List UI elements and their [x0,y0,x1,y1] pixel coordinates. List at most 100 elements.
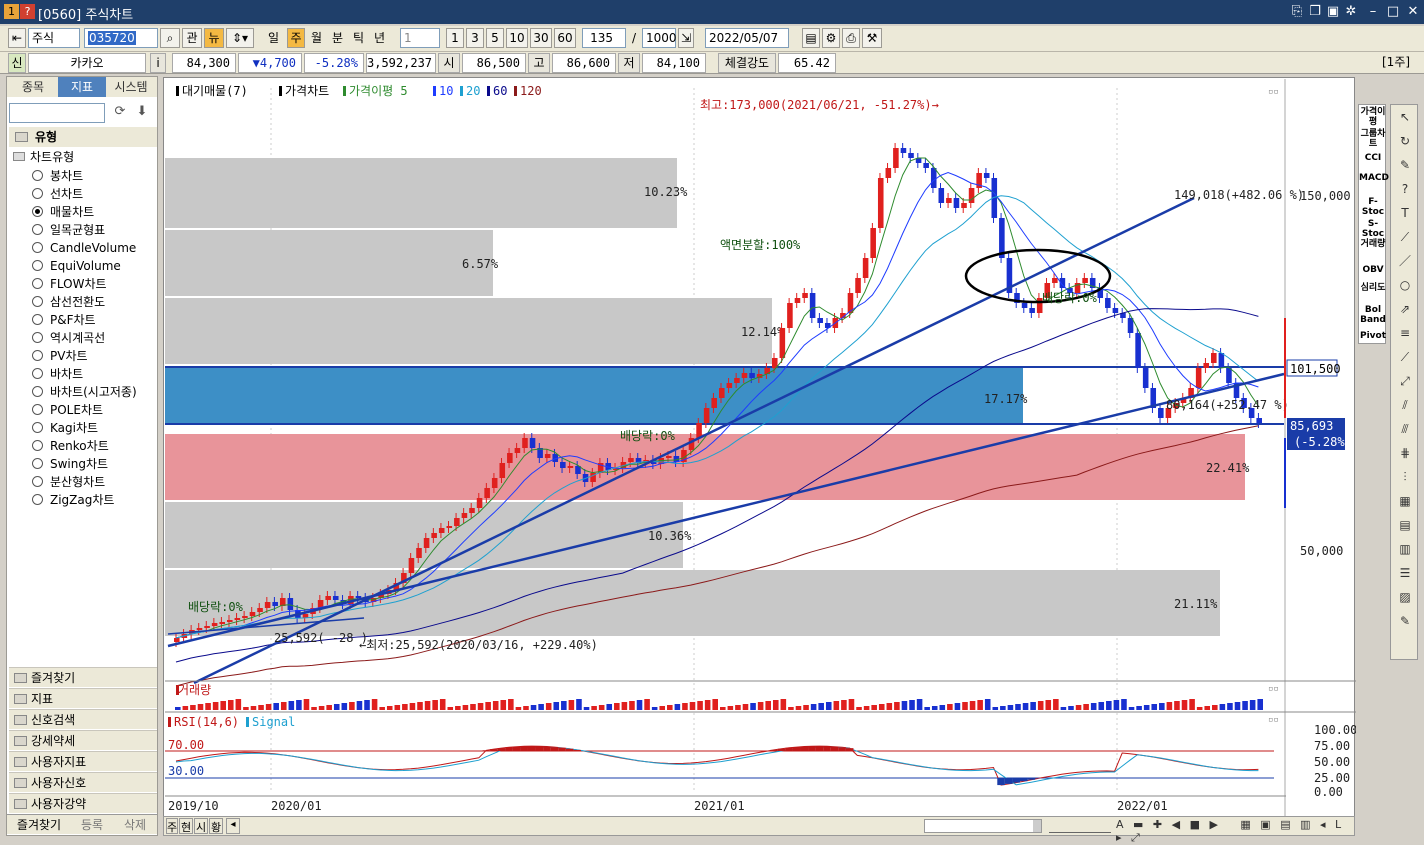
accordion-strength[interactable]: 강세약세 [9,730,157,750]
chart-type-label[interactable]: FLOW차트 [50,277,107,291]
chart-type-radio[interactable] [32,170,43,181]
chart-type-label[interactable]: 분산형차트 [50,475,105,489]
chart-type-radio[interactable] [32,368,43,379]
period-year[interactable]: 년 [374,28,385,48]
indicator-search-input[interactable] [9,103,105,123]
arrow-icon[interactable]: ⇗ [1397,301,1413,317]
indicator-shortcut[interactable]: F-Stoc [1359,197,1387,217]
chart-type-radio[interactable] [32,278,43,289]
indicator-shortcut[interactable]: 거래량 [1359,239,1387,249]
chart-type-radio[interactable] [32,224,43,235]
copy-icon[interactable]: ❐ [1306,3,1324,21]
preset-5[interactable]: 5 [486,28,504,48]
chart-type-label[interactable]: 매물차트 [50,205,94,219]
chart-area[interactable]: 10.23%6.57%12.14%17.17%22.41%10.36%21.11… [163,77,1355,817]
indicator-shortcut[interactable]: CCI [1359,153,1387,163]
bottom-tab-favorites[interactable]: 즐겨찾기 [9,815,69,835]
period-week[interactable]: 주 [287,28,305,48]
chart-type-radio[interactable] [32,350,43,361]
accordion-user-indicator[interactable]: 사용자지표 [9,751,157,771]
chart-type-radio[interactable] [32,296,43,307]
display-count-input[interactable]: 135 [582,28,626,48]
tab-indicator[interactable]: 지표 [58,77,106,97]
zoom-slider[interactable] [1049,819,1111,833]
fib-icon[interactable]: ⤢ [1397,373,1413,389]
tools-icon[interactable]: ⚒ [862,28,882,48]
chart-type-label[interactable]: ZigZag차트 [50,493,114,507]
hline-icon[interactable]: ≡ [1397,325,1413,341]
indicator-shortcut[interactable]: 가격이평 [1359,107,1387,127]
stock-code-input[interactable]: 035720 [84,28,158,48]
preset-3[interactable]: 3 [466,28,484,48]
close-button[interactable]: ✕ [1404,3,1422,21]
bottom-btn-ju[interactable]: 주 [166,818,178,834]
period-tick[interactable]: 틱 [353,28,364,48]
print-icon[interactable]: ⎙ [842,28,860,48]
indicator-shortcut[interactable]: MACD [1359,173,1387,183]
refresh-icon[interactable]: ⟳ [111,104,129,122]
chart-type-label[interactable]: CandleVolume [50,241,136,255]
chart-type-label[interactable]: 바차트 [50,367,83,381]
section-type[interactable]: 유형 [9,127,157,147]
preset-1[interactable]: 1 [446,28,464,48]
chart-type-label[interactable]: POLE차트 [50,403,103,417]
gann-icon[interactable]: ⫻ [1397,421,1413,437]
accordion-user-strength[interactable]: 사용자강약 [9,793,157,813]
new-button[interactable]: 뉴 [204,28,224,48]
chart-type-radio[interactable] [32,260,43,271]
chart-type-label[interactable]: EquiVolume [50,259,121,273]
scroll-left-icon[interactable]: ◂ [226,818,240,834]
auto-icon[interactable]: ▦ [1397,493,1413,509]
chart-type-label[interactable]: PV차트 [50,349,88,363]
prev-stock-button[interactable]: ⇤ [8,28,26,48]
market-select[interactable]: 주식 [28,28,80,48]
link-icon[interactable]: ⎘ [1288,3,1306,21]
chart-type-label[interactable]: Kagi차트 [50,421,98,435]
preset-60[interactable]: 60 [554,28,576,48]
pattern-icon[interactable]: ▨ [1397,589,1413,605]
indicator-shortcut[interactable]: 심리도 [1359,283,1387,293]
bottom-tab-delete[interactable]: 삭제 [115,815,155,835]
indicator-shortcut[interactable]: Pivot [1359,331,1387,341]
chart-type-radio[interactable] [32,332,43,343]
chart-type-label[interactable]: Renko차트 [50,439,109,453]
period-month[interactable]: 월 [311,28,322,48]
chart-type-radio[interactable] [32,458,43,469]
info-button[interactable]: i [150,53,166,73]
chart-type-label[interactable]: 일목균형표 [50,223,105,237]
indicator-shortcut[interactable]: Bol Band [1359,305,1387,325]
channel-icon[interactable]: ⫽ [1397,397,1413,413]
accordion-user-signal[interactable]: 사용자신호 [9,772,157,792]
chart-type-label[interactable]: 바차트(시고저종) [50,385,137,399]
updown-stepper[interactable]: ⇕▾ [226,28,254,48]
period-minute[interactable]: 분 [332,28,343,48]
search-icon[interactable]: ⌕ [160,28,180,48]
tab-system[interactable]: 시스템 [107,77,155,97]
chart-type-radio[interactable] [32,422,43,433]
help-icon[interactable]: ? [1397,181,1413,197]
chart-type-radio[interactable] [32,188,43,199]
fit-icon[interactable]: ⇲ [678,28,694,48]
ray-icon[interactable]: ⟋ [1397,349,1413,365]
maximize-button[interactable]: □ [1384,3,1402,21]
chart-save-icon[interactable]: ▤ [802,28,820,48]
total-count-input[interactable]: 1000 [642,28,676,48]
chart-settings-icon[interactable]: ⚙ [822,28,840,48]
trendline-icon[interactable]: ／ [1397,253,1413,269]
pen-icon[interactable]: ✎ [1397,157,1413,173]
interval-select[interactable]: 1 [400,28,440,48]
minimize-button[interactable]: – [1364,3,1382,21]
accordion-indicators[interactable]: 지표 [9,688,157,708]
list-icon[interactable]: ☰ [1397,565,1413,581]
accordion-signal-search[interactable]: 신호검색 [9,709,157,729]
chart-type-label[interactable]: P&F차트 [50,313,96,327]
draw-icon[interactable]: ✎ [1397,613,1413,629]
bottom-btn-si[interactable]: 시 [194,818,208,834]
chart-type-radio[interactable] [32,440,43,451]
chart-type-label[interactable]: 봉차트 [50,169,83,183]
period-day[interactable]: 일 [268,28,279,48]
download-icon[interactable]: ⬇ [133,104,151,122]
text-icon[interactable]: T [1397,205,1413,221]
scrollbar-thumb[interactable] [1033,820,1041,832]
camera-icon[interactable]: ▣ [1324,3,1342,21]
